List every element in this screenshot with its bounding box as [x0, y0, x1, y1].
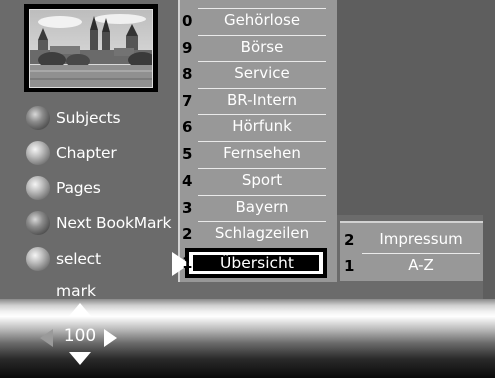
- menu-item-label: Chapter: [56, 144, 117, 162]
- page-number: 6: [182, 118, 193, 136]
- page-list-item[interactable]: 0 Gehörlose: [180, 8, 330, 35]
- page-list-item[interactable]: 7 BR-Intern: [180, 88, 330, 115]
- row-divider: [198, 168, 326, 169]
- gray-ball-icon: [26, 176, 50, 200]
- page-number: 4: [182, 172, 193, 190]
- subpage-list-item[interactable]: 2 Impressum: [342, 227, 482, 253]
- page-title: Sport: [241, 171, 283, 189]
- subpage-number: 1: [344, 257, 355, 275]
- page-title: Gehörlose: [223, 11, 301, 29]
- page-list-item[interactable]: 6 Hörfunk: [180, 114, 330, 141]
- subpage-list-item[interactable]: 1 A-Z: [342, 253, 482, 279]
- menu-item-label-continued: mark: [56, 282, 96, 300]
- arrow-down-icon[interactable]: [69, 352, 91, 365]
- thumbnail-image: [29, 9, 153, 88]
- subpage-number: 2: [344, 231, 355, 249]
- page-list-item[interactable]: 9 Börse: [180, 35, 330, 62]
- gray-ball-icon: [26, 106, 50, 130]
- row-divider: [198, 88, 326, 89]
- menu-item-pages[interactable]: Pages: [26, 174, 101, 202]
- selected-page-number: 1: [182, 254, 193, 272]
- selected-page-title: Übersicht: [220, 254, 294, 272]
- page-title: Service: [234, 64, 290, 82]
- page-title: BR-Intern: [227, 91, 297, 109]
- menu-item-label: Subjects: [56, 109, 121, 127]
- page-number: 0: [182, 12, 193, 30]
- page-title: Fernsehen: [223, 144, 301, 162]
- menu-item-subjects[interactable]: Subjects: [26, 104, 121, 132]
- row-divider: [198, 8, 326, 9]
- menu-item-label: Next BookMark: [56, 214, 172, 232]
- right-pane: [337, 0, 495, 215]
- gray-ball-icon: [26, 211, 50, 235]
- gray-ball-icon: [26, 141, 50, 165]
- page-number: 2: [182, 225, 193, 243]
- right-pane-edge: [483, 215, 495, 299]
- row-divider: [362, 253, 480, 254]
- teletext-screen: Subjects Chapter Pages Next BookMark sel…: [0, 0, 495, 378]
- row-divider: [198, 141, 326, 142]
- arrow-right-icon[interactable]: [104, 329, 117, 347]
- menu-item-chapter[interactable]: Chapter: [26, 139, 117, 167]
- menu-item-next-bookmark[interactable]: Next BookMark: [26, 209, 171, 237]
- page-title: Börse: [240, 38, 284, 56]
- page-list-item[interactable]: 3 Bayern: [180, 195, 330, 222]
- page-title: Schlagzeilen: [214, 224, 310, 242]
- page-title: Bayern: [235, 198, 289, 216]
- current-page-number: 100: [63, 326, 97, 346]
- page-list-item[interactable]: 8 Service: [180, 61, 330, 88]
- menu-item-select-mark[interactable]: select: [26, 245, 101, 273]
- menu-item-label: Pages: [56, 179, 101, 197]
- page-list-item[interactable]: 4 Sport: [180, 168, 330, 195]
- row-divider: [198, 221, 326, 222]
- row-divider: [198, 195, 326, 196]
- gray-ball-icon: [26, 247, 50, 271]
- city-skyline-photo: [24, 4, 158, 92]
- page-number: 5: [182, 145, 193, 163]
- menu-item-label: select: [56, 250, 101, 268]
- page-list-item[interactable]: 2 Schlagzeilen: [180, 221, 330, 248]
- page-title: Hörfunk: [232, 117, 292, 135]
- skyline-illustration: [30, 10, 152, 87]
- page-number: 7: [182, 92, 193, 110]
- row-divider: [198, 61, 326, 62]
- subpage-title: Impressum: [379, 230, 463, 248]
- arrow-left-icon[interactable]: [40, 329, 53, 347]
- page-number: 8: [182, 65, 193, 83]
- page-number: 9: [182, 39, 193, 57]
- page-number: 3: [182, 199, 193, 217]
- page-list-item[interactable]: 5 Fernsehen: [180, 141, 330, 168]
- arrow-up-icon[interactable]: [69, 303, 91, 316]
- subpage-title: A-Z: [408, 256, 434, 274]
- row-divider: [198, 114, 326, 115]
- row-divider: [198, 35, 326, 36]
